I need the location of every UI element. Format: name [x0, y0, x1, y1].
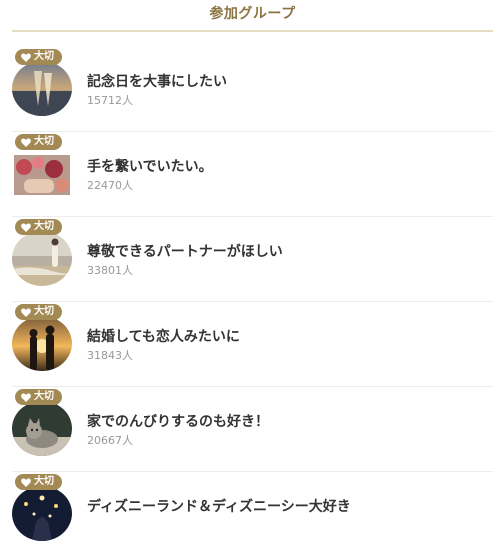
heart-icon	[21, 393, 31, 402]
favorite-badge: 大切	[15, 219, 62, 235]
badge-label: 大切	[34, 306, 54, 317]
member-count: 22470人	[87, 179, 133, 192]
badge-label: 大切	[34, 51, 54, 62]
favorite-badge: 大切	[15, 134, 62, 150]
beach-couple-image	[12, 231, 72, 286]
night-lights-image	[12, 486, 72, 541]
member-count: 33801人	[87, 264, 133, 277]
list-item[interactable]: 大切 家でのんびりするのも好き！ 20667人	[12, 386, 493, 472]
section-header: 参加グループ	[12, 0, 493, 32]
member-count: 15712人	[87, 94, 133, 107]
champagne-sunset-image	[12, 61, 72, 116]
flowers-hands-image	[14, 155, 70, 195]
badge-label: 大切	[34, 391, 54, 402]
favorite-badge: 大切	[15, 474, 62, 490]
cat-image	[12, 401, 72, 456]
heart-icon	[21, 138, 31, 147]
page-title: 参加グループ	[209, 6, 296, 22]
favorite-badge: 大切	[15, 49, 62, 65]
group-title: 手を繋いでいたい。	[87, 159, 213, 175]
badge-label: 大切	[34, 476, 54, 487]
favorite-badge: 大切	[15, 304, 62, 320]
heart-icon	[21, 53, 31, 62]
heart-icon	[21, 478, 31, 487]
member-count: 31843人	[87, 349, 133, 362]
group-title: 結婚しても恋人みたいに	[87, 329, 240, 345]
list-item[interactable]: 大切 手を繋いでいたい。 22470人	[12, 131, 493, 217]
list-item[interactable]: 大切 記念日を大事にしたい 15712人	[12, 46, 493, 132]
group-title: 記念日を大事にしたい	[87, 74, 227, 90]
member-count: 20667人	[87, 434, 133, 447]
badge-label: 大切	[34, 136, 54, 147]
sunset-silhouette-image	[12, 316, 72, 371]
list-item[interactable]: 大切 結婚しても恋人みたいに 31843人	[12, 301, 493, 387]
favorite-badge: 大切	[15, 389, 62, 405]
badge-label: 大切	[34, 221, 54, 232]
heart-icon	[21, 223, 31, 232]
group-title: 尊敬できるパートナーがほしい	[87, 244, 283, 260]
list-item[interactable]: 大切 尊敬できるパートナーがほしい 33801人	[12, 216, 493, 302]
list-item[interactable]: 大切 ディズニーランド＆ディズニーシー大好き	[12, 471, 493, 556]
group-title: ディズニーランド＆ディズニーシー大好き	[87, 499, 351, 515]
heart-icon	[21, 308, 31, 317]
group-title: 家でのんびりするのも好き！	[87, 414, 269, 430]
